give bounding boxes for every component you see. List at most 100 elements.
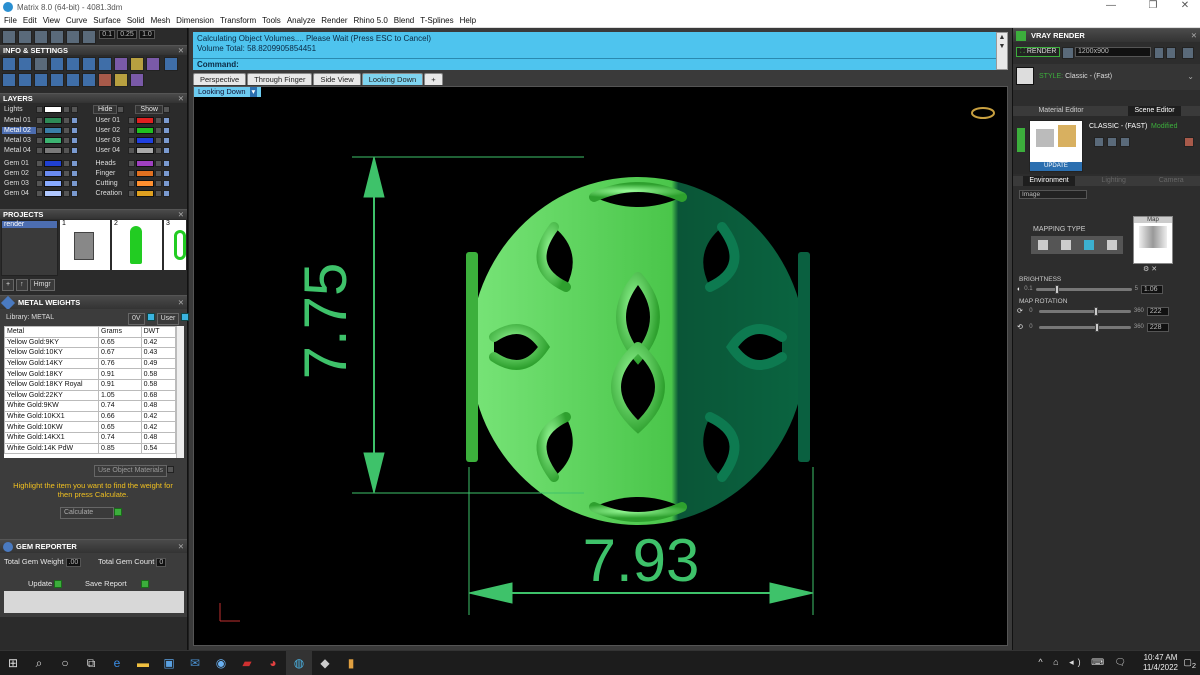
layer-color-swatch[interactable] bbox=[44, 105, 62, 113]
visible-icon[interactable] bbox=[71, 116, 78, 124]
window-icon[interactable] bbox=[164, 57, 179, 71]
notification-icon[interactable]: ▢2 bbox=[1183, 657, 1196, 670]
aspect-icon[interactable] bbox=[1062, 47, 1074, 59]
close-button[interactable]: ✕ bbox=[1172, 0, 1198, 12]
app-yellow-icon[interactable]: ▮ bbox=[338, 651, 364, 675]
column-metal[interactable]: Metal bbox=[4, 326, 99, 338]
layer-name[interactable]: Metal 01 bbox=[2, 117, 36, 124]
system-tray[interactable]: ^ ⌂ ◂) ⌨ 🗨 bbox=[1038, 657, 1130, 668]
layer-row[interactable]: User 02 bbox=[94, 125, 186, 135]
lock-icon[interactable] bbox=[154, 159, 162, 167]
mapping-cylinder-icon[interactable] bbox=[1106, 240, 1117, 250]
menu-render[interactable]: Render bbox=[321, 16, 347, 25]
menu-mesh[interactable]: Mesh bbox=[151, 16, 171, 25]
layer-name[interactable]: User 01 bbox=[94, 117, 128, 124]
map-thumbnail[interactable]: Map bbox=[1133, 216, 1173, 264]
layer-toggle[interactable] bbox=[36, 179, 43, 187]
box-icon[interactable] bbox=[82, 57, 96, 71]
table-row[interactable]: Yellow Gold:9KY 0.65 0.42 bbox=[4, 336, 177, 349]
render-button[interactable]: ⛶ RENDER bbox=[1016, 47, 1061, 57]
rotate-icon[interactable] bbox=[82, 73, 96, 87]
grid-icon[interactable] bbox=[34, 57, 48, 71]
tab-material-editor[interactable]: Material Editor bbox=[1032, 106, 1089, 116]
use-object-materials-button[interactable]: Use Object Materials bbox=[94, 465, 167, 477]
delete-preset-icon[interactable] bbox=[1184, 137, 1194, 147]
layer-row[interactable]: Gem 02 bbox=[2, 168, 94, 178]
menu-tsplines[interactable]: T-Splines bbox=[420, 16, 453, 25]
layer-toggle[interactable] bbox=[127, 136, 135, 144]
app-red-icon[interactable]: ▰ bbox=[234, 651, 260, 675]
layer-name[interactable]: Metal 02 bbox=[2, 126, 36, 134]
mapping-plane-icon[interactable] bbox=[1037, 240, 1048, 250]
lock-icon[interactable] bbox=[63, 136, 70, 144]
layer-name[interactable]: User 03 bbox=[94, 137, 128, 144]
layer-name[interactable]: Metal 04 bbox=[2, 147, 36, 154]
lock-icon[interactable] bbox=[154, 126, 162, 134]
menu-help[interactable]: Help bbox=[460, 16, 476, 25]
table-scrollbar[interactable] bbox=[176, 326, 184, 458]
rhino-icon[interactable]: ◆ bbox=[312, 651, 338, 675]
thumbnail-3[interactable]: 3 bbox=[164, 220, 186, 270]
arc-tool-icon[interactable] bbox=[50, 30, 64, 44]
cortana-icon[interactable]: ○ bbox=[52, 651, 78, 675]
lock-icon[interactable] bbox=[63, 146, 70, 154]
close-icon[interactable]: ✕ bbox=[178, 46, 184, 56]
eye-tool-icon[interactable] bbox=[66, 30, 80, 44]
funnel-icon[interactable] bbox=[50, 73, 64, 87]
tab-lighting[interactable]: Lighting bbox=[1095, 176, 1132, 186]
lock-icon[interactable] bbox=[63, 105, 70, 113]
layer-color-swatch[interactable] bbox=[44, 146, 62, 154]
menu-dimension[interactable]: Dimension bbox=[176, 16, 214, 25]
viewport-looking-down[interactable]: Looking Down ▾ 7.75 7.93 bbox=[193, 86, 1008, 646]
layer-color-swatch[interactable] bbox=[135, 146, 154, 154]
pendant-model[interactable] bbox=[466, 177, 810, 525]
layer-color-swatch[interactable] bbox=[44, 126, 62, 134]
update-button[interactable]: Update bbox=[28, 579, 52, 588]
lock-icon[interactable] bbox=[63, 179, 70, 187]
layer-color-swatch[interactable] bbox=[135, 116, 154, 124]
array-icon[interactable] bbox=[2, 73, 16, 87]
layer-color-swatch[interactable] bbox=[135, 179, 154, 187]
close-icon[interactable]: ✕ bbox=[178, 296, 184, 310]
layer-toggle[interactable] bbox=[127, 169, 135, 177]
layer-toggle[interactable] bbox=[36, 159, 43, 167]
scale-icon[interactable] bbox=[34, 73, 48, 87]
next-icon[interactable] bbox=[1166, 47, 1176, 59]
lock-icon[interactable] bbox=[154, 169, 162, 177]
lock-icon[interactable] bbox=[154, 136, 162, 144]
brightness-value[interactable]: 1.06 bbox=[1140, 284, 1163, 294]
lock-icon[interactable] bbox=[154, 116, 162, 124]
file-explorer-icon[interactable]: ▬ bbox=[130, 651, 156, 675]
layer-row[interactable]: User 04 bbox=[94, 145, 186, 155]
visible-icon[interactable] bbox=[71, 105, 78, 113]
mapping-box-icon[interactable] bbox=[1060, 240, 1071, 250]
layer-toggle[interactable] bbox=[36, 116, 43, 124]
visible-icon[interactable] bbox=[71, 136, 78, 144]
visible-icon[interactable] bbox=[71, 189, 78, 197]
layer-color-swatch[interactable] bbox=[135, 136, 154, 144]
update-go-icon[interactable] bbox=[54, 580, 63, 589]
layer-row[interactable]: Metal 03 bbox=[2, 135, 94, 145]
edge-icon[interactable]: e bbox=[104, 651, 130, 675]
layer-name[interactable]: Metal 03 bbox=[2, 137, 36, 144]
menu-surface[interactable]: Surface bbox=[93, 16, 121, 25]
layer-color-swatch[interactable] bbox=[135, 126, 154, 134]
use-object-materials-toggle[interactable] bbox=[166, 466, 174, 474]
tab-camera[interactable]: Camera bbox=[1153, 176, 1190, 186]
menu-rhino[interactable]: Rhino 5.0 bbox=[354, 16, 388, 25]
layer-toggle[interactable] bbox=[36, 189, 43, 197]
expand-handle[interactable] bbox=[1017, 128, 1025, 152]
map-actions[interactable]: ⚙ ✕ bbox=[1143, 265, 1157, 273]
menu-tools[interactable]: Tools bbox=[262, 16, 281, 25]
layer-row[interactable]: User 01 bbox=[94, 115, 186, 125]
table-row[interactable]: Yellow Gold:22KY 1.05 0.68 bbox=[4, 389, 177, 402]
menu-transform[interactable]: Transform bbox=[220, 16, 256, 25]
layer-row[interactable]: Creation bbox=[94, 188, 186, 198]
step-field-3[interactable]: 1.0 bbox=[139, 30, 155, 39]
rotation-slider-2[interactable] bbox=[1038, 322, 1131, 332]
brightness-slider[interactable] bbox=[1035, 284, 1132, 294]
lock-icon[interactable] bbox=[154, 146, 162, 154]
layer-row[interactable]: Cutting bbox=[94, 178, 186, 188]
rotation-value-2[interactable]: 228 bbox=[1146, 322, 1169, 332]
table-row[interactable]: White Gold:14KX1 0.74 0.48 bbox=[4, 431, 177, 444]
